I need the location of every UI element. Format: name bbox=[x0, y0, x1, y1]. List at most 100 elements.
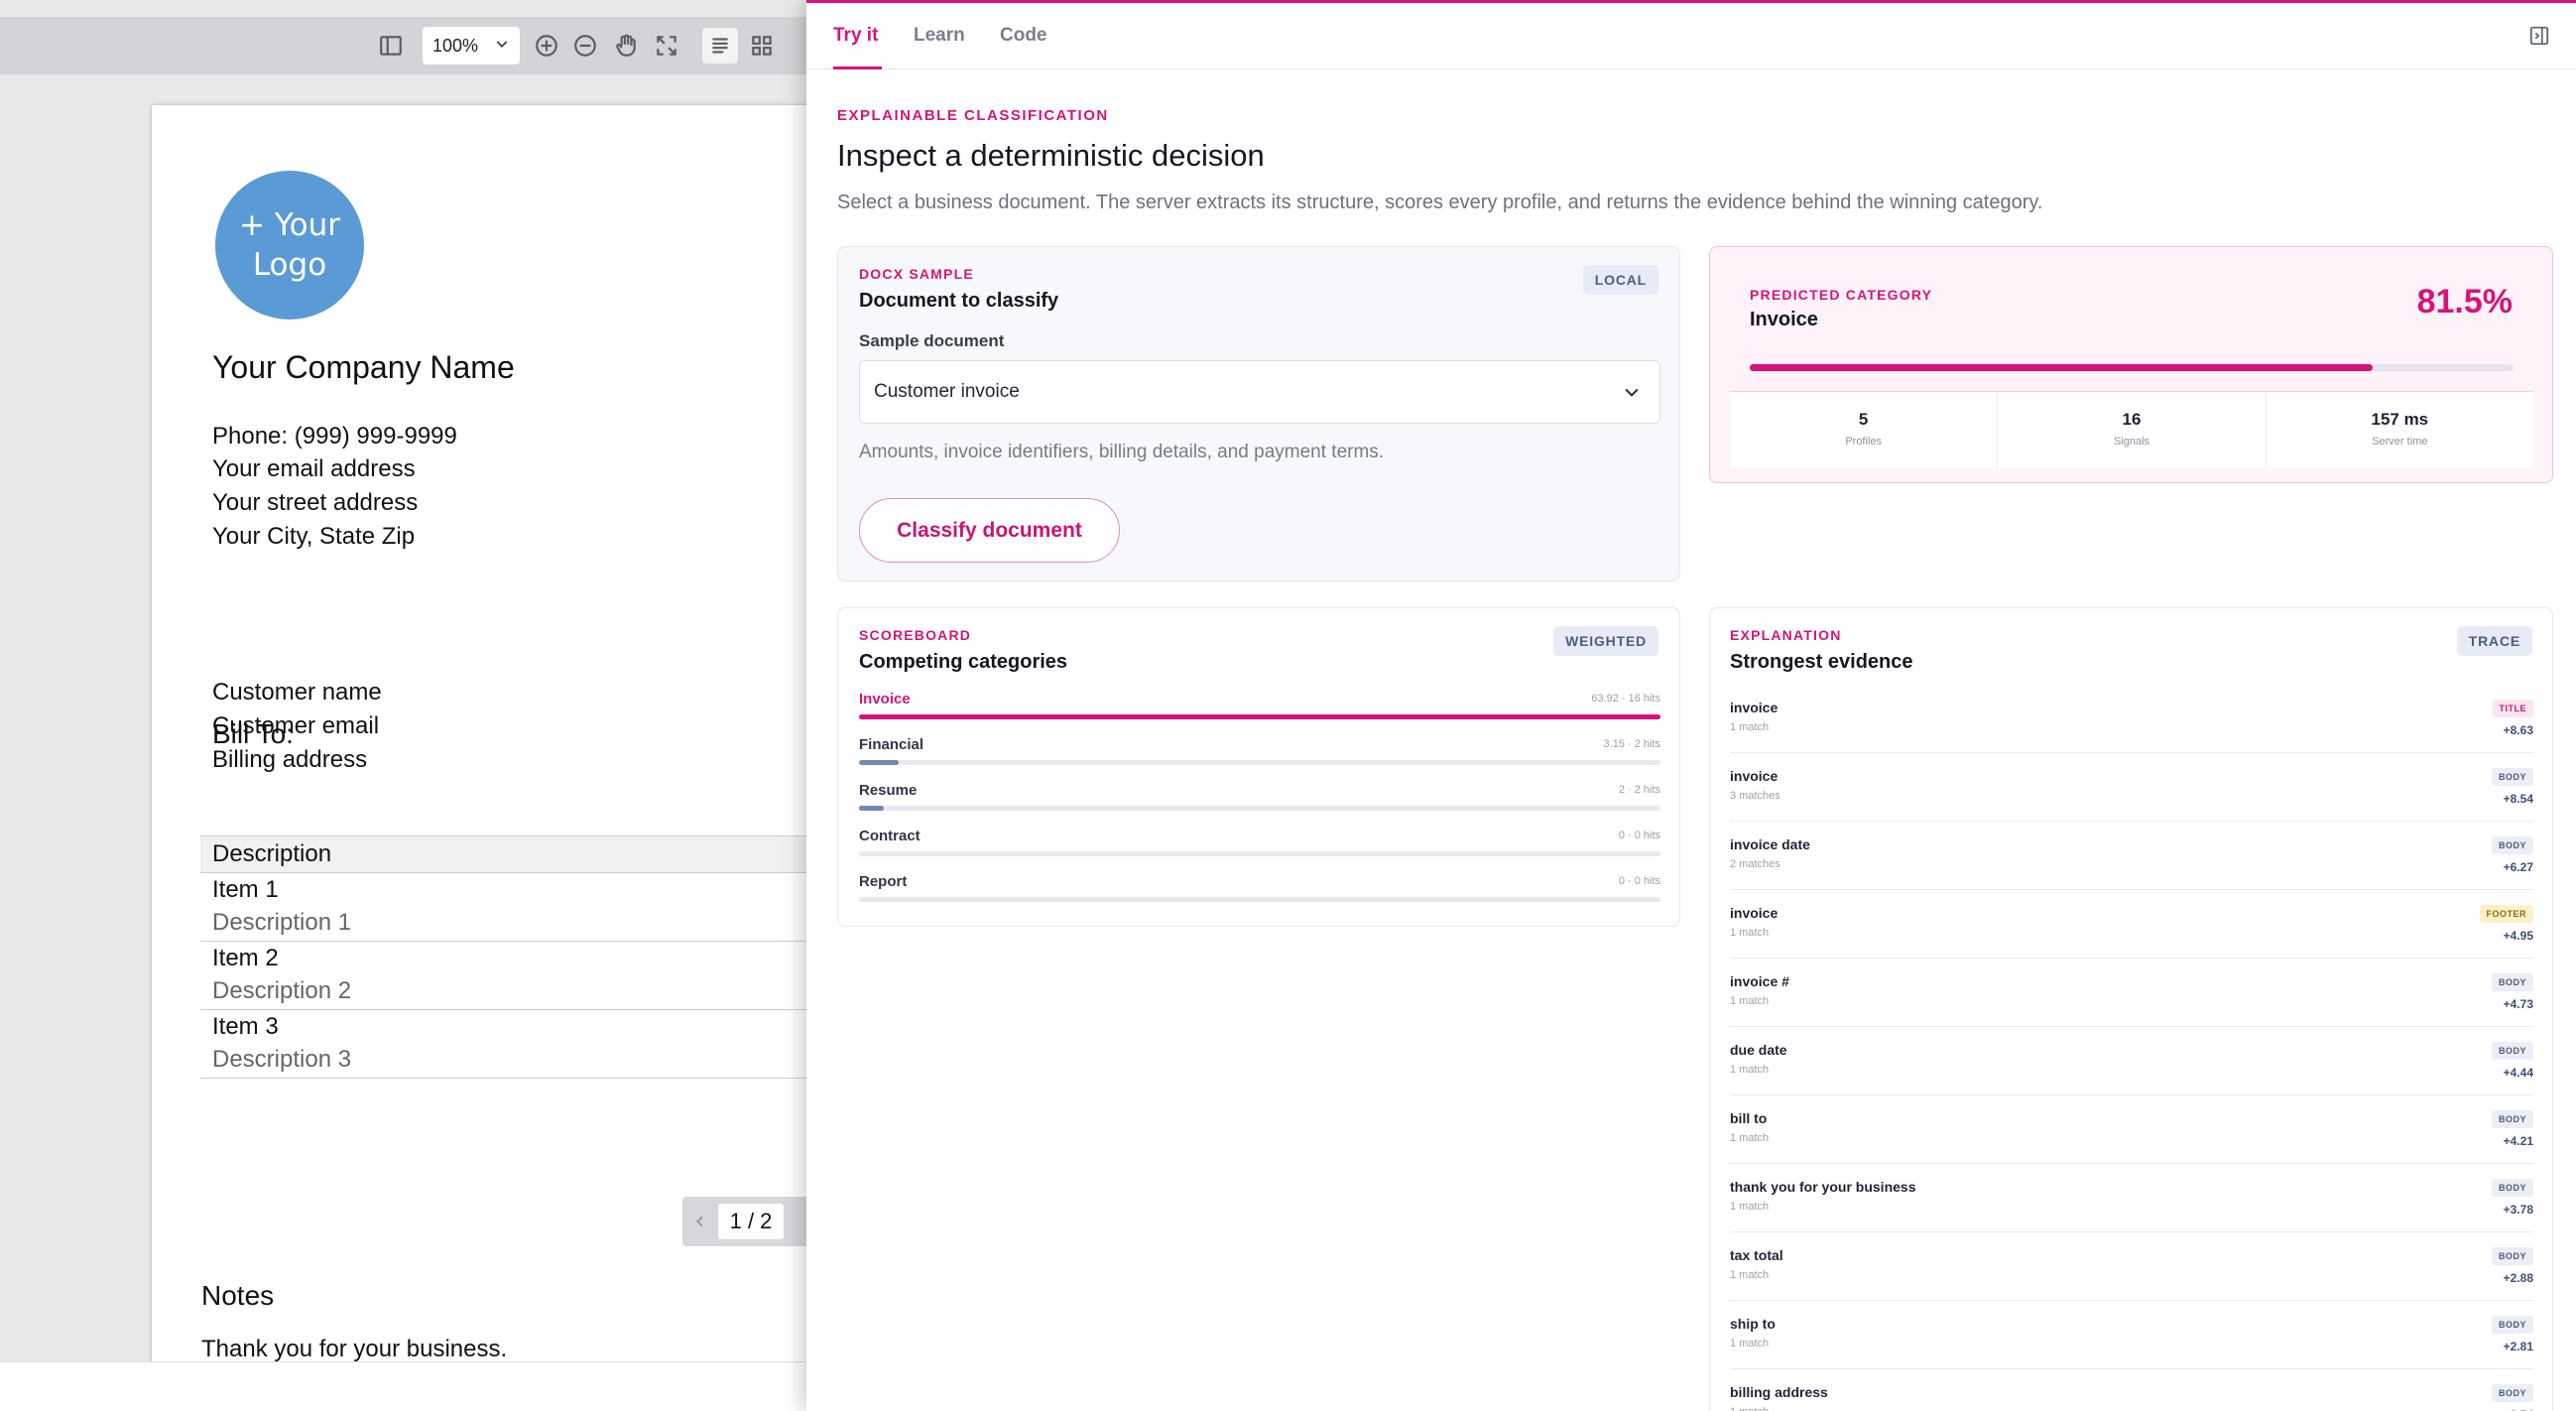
sample-document-label: Sample document bbox=[859, 331, 1005, 350]
evidence-term: bill to bbox=[1730, 1110, 1768, 1126]
item-name: Item 3 bbox=[212, 1013, 279, 1040]
evidence-matches: 1 match bbox=[1730, 1406, 1769, 1411]
page-counter: 1 / 2 bbox=[718, 1204, 784, 1239]
evidence-row: invoice 1 match FOOTER +4.95 bbox=[1730, 891, 2533, 959]
single-page-view-icon[interactable] bbox=[702, 28, 738, 64]
score-meta: 63.92 · 16 hits bbox=[1591, 693, 1660, 705]
evidence-score: +8.54 bbox=[2503, 792, 2533, 806]
classify-document-button[interactable]: Classify document bbox=[859, 498, 1120, 563]
evidence-score: +4.73 bbox=[2503, 997, 2533, 1011]
score-name: Invoice bbox=[859, 691, 911, 707]
zoom-in-icon[interactable] bbox=[529, 28, 564, 64]
card-title: Document to classify bbox=[859, 290, 1059, 312]
viewer-toolbar: 100% bbox=[0, 17, 813, 74]
evidence-matches: 1 match bbox=[1730, 927, 1770, 939]
score-name: Resume bbox=[859, 782, 918, 799]
evidence-row: billing address1 matchBODY+2.74 bbox=[1730, 1370, 2533, 1411]
stat-value: 16 bbox=[2122, 410, 2142, 429]
evidence-row: invoice 1 match TITLE +8.63 bbox=[1730, 686, 2533, 753]
stat-label: Profiles bbox=[1845, 436, 1882, 448]
evidence-term: invoice bbox=[1730, 905, 1779, 921]
confidence-bar bbox=[1750, 364, 2514, 371]
card-eyebrow: SCOREBOARD bbox=[859, 627, 972, 643]
score-meta: 3.15 · 2 hits bbox=[1603, 738, 1660, 750]
sidebar-toggle-icon[interactable] bbox=[373, 28, 409, 64]
card-eyebrow: DOCX SAMPLE bbox=[859, 266, 974, 282]
evidence-row: invoice # 1 match BODY +4.73 bbox=[1730, 960, 2533, 1027]
evidence-row: thank you for your business 1 match BODY +3… bbox=[1730, 1165, 2533, 1232]
evidence-term: invoice bbox=[1730, 700, 1779, 715]
score-bar-fill bbox=[859, 714, 1660, 719]
tab-try-it[interactable]: Try it bbox=[833, 25, 878, 47]
score-meta: 2 · 2 hits bbox=[1618, 784, 1660, 796]
chevron-down-icon bbox=[1625, 388, 1639, 397]
contact-street: Your street address bbox=[212, 489, 419, 516]
contact-email: Your email address bbox=[212, 455, 416, 482]
evidence-term: invoice # bbox=[1730, 973, 1789, 989]
evidence-matches: 1 match bbox=[1730, 1201, 1770, 1213]
tab-code[interactable]: Code bbox=[1000, 25, 1047, 47]
evidence-row: bill to 1 match BODY +4.21 bbox=[1730, 1096, 2533, 1164]
evidence-score: +2.81 bbox=[2503, 1340, 2533, 1353]
stat-label: Server time bbox=[2372, 436, 2428, 448]
viewer-footer bbox=[0, 1361, 813, 1411]
score-bar bbox=[859, 851, 1660, 856]
contact-phone: Phone: (999) 999-9999 bbox=[212, 423, 457, 449]
sample-document-select[interactable]: Customer invoice bbox=[859, 360, 1660, 424]
card-eyebrow: PREDICTED CATEGORY bbox=[1750, 287, 1933, 303]
predicted-category: Invoice bbox=[1750, 309, 1818, 330]
evidence-score: +6.27 bbox=[2503, 860, 2533, 874]
confidence-value: 81.5% bbox=[2416, 283, 2513, 321]
evidence-score: +4.21 bbox=[2503, 1134, 2533, 1148]
stat-signals: 16 Signals bbox=[1998, 392, 2267, 468]
table-row: Item 1 Description 1 bbox=[200, 873, 813, 942]
evidence-matches: 1 match bbox=[1730, 1269, 1770, 1281]
score-row-invoice: Invoice 63.92 · 16 hits bbox=[859, 691, 1660, 734]
evidence-term: billing address bbox=[1730, 1384, 1828, 1400]
previous-page-icon[interactable] bbox=[682, 1197, 718, 1246]
card-eyebrow: EXPLANATION bbox=[1730, 627, 1842, 643]
evidence-score: +4.44 bbox=[2503, 1066, 2533, 1080]
card-title: Competing categories bbox=[859, 651, 1068, 673]
evidence-matches: 1 match bbox=[1730, 1064, 1770, 1076]
evidence-score: +2.88 bbox=[2503, 1271, 2533, 1285]
grid-view-icon[interactable] bbox=[744, 28, 780, 64]
zoom-out-icon[interactable] bbox=[567, 28, 603, 64]
evidence-location-badge: BODY bbox=[2491, 1384, 2533, 1402]
panel-tabs: Try it Learn Code bbox=[806, 3, 2576, 69]
evidence-location-badge: BODY bbox=[2491, 1179, 2533, 1197]
evidence-matches: 2 matches bbox=[1730, 858, 1780, 870]
item-description: Description 2 bbox=[212, 977, 352, 1004]
pan-hand-icon[interactable] bbox=[608, 28, 644, 64]
tab-learn[interactable]: Learn bbox=[914, 25, 965, 47]
page-navigator: 1 / 2 bbox=[682, 1197, 811, 1246]
evidence-row: invoice 3 matches BODY +8.54 bbox=[1730, 754, 2533, 822]
notes-heading: Notes bbox=[201, 1280, 275, 1311]
evidence-term: invoice bbox=[1730, 768, 1779, 784]
collapse-panel-icon[interactable] bbox=[2528, 25, 2550, 47]
predicted-category-card: PREDICTED CATEGORY Invoice 81.5% 5 Profi… bbox=[1709, 246, 2553, 483]
evidence-location-badge: BODY bbox=[2491, 836, 2533, 854]
score-bar bbox=[859, 897, 1660, 902]
card-title: Strongest evidence bbox=[1730, 651, 1913, 673]
fit-page-icon[interactable] bbox=[649, 28, 684, 64]
table-header: Description bbox=[200, 835, 813, 873]
evidence-term: ship to bbox=[1730, 1316, 1776, 1332]
score-row-financial: Financial 3.15 · 2 hits bbox=[859, 736, 1660, 780]
score-bar-fill bbox=[859, 760, 899, 765]
evidence-term: due date bbox=[1730, 1042, 1787, 1058]
zoom-select[interactable]: 100% bbox=[423, 27, 520, 64]
score-name: Contract bbox=[859, 828, 920, 844]
scoreboard-card: SCOREBOARD Competing categories WEIGHTED… bbox=[837, 607, 1680, 927]
evidence-location-badge: TITLE bbox=[2492, 700, 2533, 717]
document-viewer: 100% + Your Logo Your Company Name Phone… bbox=[0, 0, 813, 1411]
item-description: Description 3 bbox=[212, 1046, 352, 1073]
item-description: Description 1 bbox=[212, 909, 352, 936]
page-title: Inspect a deterministic decision bbox=[837, 138, 1265, 173]
bill-to-address: Billing address bbox=[212, 746, 368, 773]
evidence-location-badge: BODY bbox=[2491, 1247, 2533, 1265]
evidence-matches: 1 match bbox=[1730, 721, 1770, 733]
weighted-badge: WEIGHTED bbox=[1553, 626, 1658, 656]
score-meta: 0 · 0 hits bbox=[1618, 830, 1660, 841]
stat-value: 5 bbox=[1858, 410, 1869, 429]
